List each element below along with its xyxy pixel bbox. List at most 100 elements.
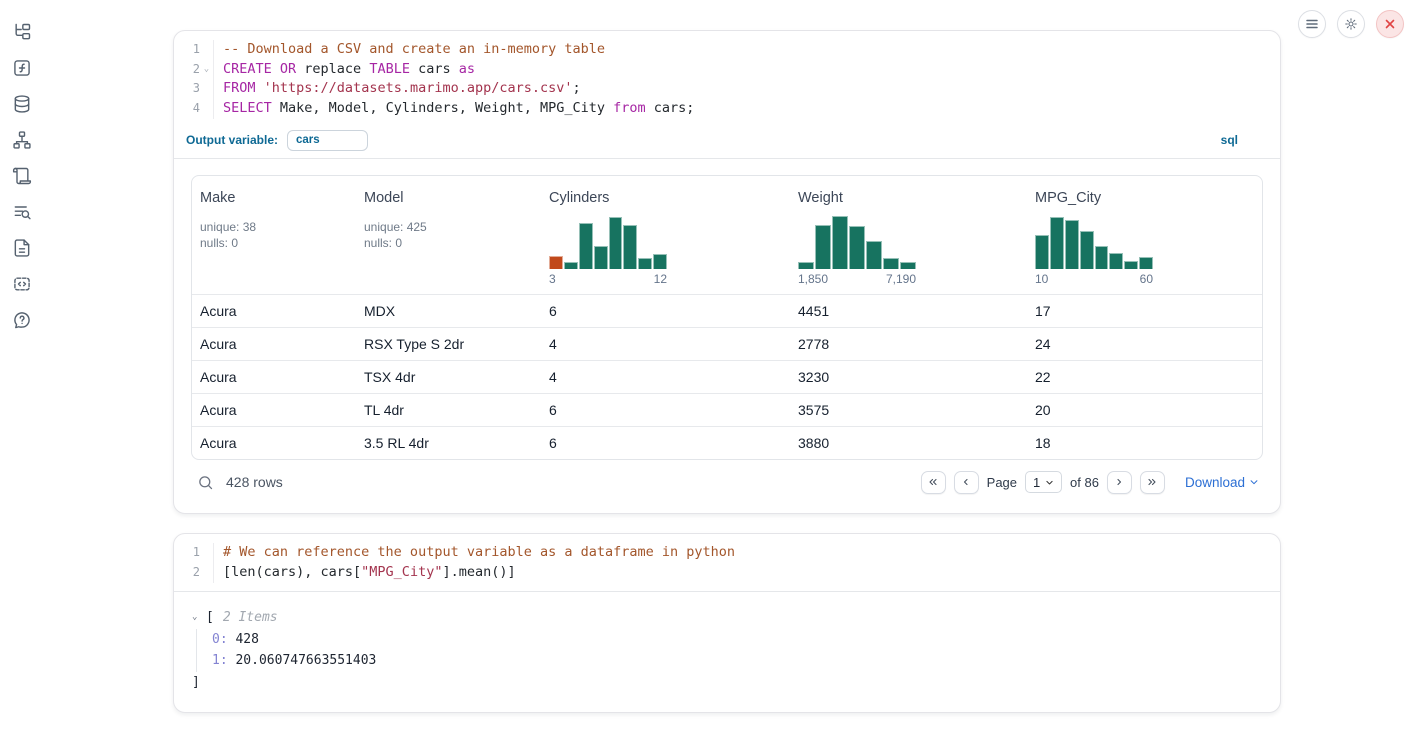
pagination: Page 1 of 86 Download	[921, 471, 1259, 494]
code-line[interactable]: 4SELECT Make, Model, Cylinders, Weight, …	[174, 99, 1280, 119]
column-header-weight[interactable]: Weight 1,8507,190	[790, 176, 1027, 295]
dependency-graph-icon[interactable]	[11, 129, 33, 151]
list-items: 0: 4281: 20.060747663551403	[196, 629, 1262, 673]
column-header-model[interactable]: Model unique: 425 nulls: 0	[356, 176, 541, 295]
table-cell: Acura	[192, 294, 356, 327]
file-explorer-icon[interactable]	[11, 21, 33, 43]
download-button[interactable]: Download	[1185, 475, 1259, 490]
sql-cell-output: Make unique: 38 nulls: 0 Model unique: 4…	[174, 159, 1280, 514]
table-cell: 2778	[790, 327, 1027, 360]
search-logs-icon[interactable]	[11, 201, 33, 223]
table-row[interactable]: Acura3.5 RL 4dr6388018	[192, 426, 1262, 459]
table-row[interactable]: AcuraTL 4dr6357520	[192, 393, 1262, 426]
python-code-editor[interactable]: 1# We can reference the output variable …	[174, 534, 1280, 590]
histogram-bar[interactable]	[883, 258, 899, 269]
close-icon	[1383, 17, 1397, 31]
histogram-bar[interactable]	[1080, 231, 1094, 269]
first-page-button[interactable]	[921, 471, 946, 494]
histogram-bar[interactable]	[1035, 235, 1049, 269]
help-icon[interactable]	[11, 309, 33, 331]
histogram-bar[interactable]	[1109, 253, 1123, 269]
column-label: Make	[200, 190, 348, 206]
histogram-axis: 1,8507,190	[798, 272, 916, 286]
histogram-bar[interactable]	[1124, 261, 1138, 269]
code-line[interactable]: 1# We can reference the output variable …	[174, 543, 1280, 563]
histogram-bar[interactable]	[832, 216, 848, 269]
histogram-bar[interactable]	[638, 258, 652, 269]
last-page-button[interactable]	[1140, 471, 1165, 494]
chevron-down-icon	[1045, 478, 1054, 487]
shutdown-button[interactable]	[1376, 10, 1404, 38]
column-header-cylinders[interactable]: Cylinders 312	[541, 176, 790, 295]
chevron-down-icon	[1249, 477, 1259, 487]
histogram-bar[interactable]	[1139, 257, 1153, 269]
histogram-bar[interactable]	[1095, 246, 1109, 268]
histogram-bar[interactable]	[623, 225, 637, 269]
histogram-axis: 1060	[1035, 272, 1153, 286]
histogram-bar[interactable]	[564, 262, 578, 269]
chevrons-left-icon	[927, 476, 939, 488]
python-cell-output: ⌄ [ 2 Items 0: 4281: 20.060747663551403 …	[174, 591, 1280, 712]
line-number: 1	[174, 40, 214, 60]
table-cell: 22	[1027, 360, 1262, 393]
histogram-bar[interactable]	[653, 254, 667, 269]
row-count: 428 rows	[226, 474, 283, 490]
output-variable-row: Output variable: sql	[174, 127, 1280, 159]
collapse-chevron-icon[interactable]: ⌄	[192, 607, 204, 629]
table-cell: Acura	[192, 393, 356, 426]
documentation-icon[interactable]	[11, 237, 33, 259]
sql-cell: 1-- Download a CSV and create an in-memo…	[173, 30, 1281, 514]
histogram-bar[interactable]	[1050, 217, 1064, 269]
histogram-bar[interactable]	[900, 262, 916, 269]
table-cell: 4451	[790, 294, 1027, 327]
code-text: SELECT Make, Model, Cylinders, Weight, M…	[214, 99, 694, 119]
table-cell: Acura	[192, 360, 356, 393]
table-cell: 17	[1027, 294, 1262, 327]
table-cell: 6	[541, 393, 790, 426]
column-header-make[interactable]: Make unique: 38 nulls: 0	[192, 176, 356, 295]
table-cell: Acura	[192, 327, 356, 360]
next-page-button[interactable]	[1107, 471, 1132, 494]
table-cell: TSX 4dr	[356, 360, 541, 393]
histogram-bar[interactable]	[849, 226, 865, 269]
histogram-bar[interactable]	[549, 256, 563, 269]
page-select[interactable]: 1	[1025, 471, 1062, 493]
sql-code-editor[interactable]: 1-- Download a CSV and create an in-memo…	[174, 31, 1280, 127]
list-item: 1: 20.060747663551403	[212, 650, 1262, 672]
page-select-value: 1	[1033, 475, 1040, 490]
histogram-bar[interactable]	[609, 217, 623, 269]
table-cell: 3230	[790, 360, 1027, 393]
table-row[interactable]: AcuraMDX6445117	[192, 294, 1262, 327]
prev-page-button[interactable]	[954, 471, 979, 494]
table-cell: MDX	[356, 294, 541, 327]
logs-icon[interactable]	[11, 165, 33, 187]
code-line[interactable]: 3FROM 'https://datasets.marimo.app/cars.…	[174, 79, 1280, 99]
histogram-bar[interactable]	[1065, 220, 1079, 269]
code-line[interactable]: 1-- Download a CSV and create an in-memo…	[174, 40, 1280, 60]
data-sources-icon[interactable]	[11, 93, 33, 115]
histogram-bars	[1035, 213, 1153, 269]
histogram-bar[interactable]	[798, 262, 814, 269]
fold-chevron-icon[interactable]: ⌄	[200, 60, 213, 80]
menu-button[interactable]	[1298, 10, 1326, 38]
code-line[interactable]: 2[len(cars), cars["MPG_City"].mean()]	[174, 563, 1280, 583]
histogram-bar[interactable]	[866, 241, 882, 269]
table-row[interactable]: AcuraTSX 4dr4323022	[192, 360, 1262, 393]
code-line[interactable]: 2⌄CREATE OR replace TABLE cars as	[174, 60, 1280, 80]
items-count-label: 2 Items	[223, 607, 278, 629]
functions-icon[interactable]	[11, 57, 33, 79]
hamburger-icon	[1305, 17, 1319, 31]
output-variable-input[interactable]	[287, 130, 368, 151]
sidebar	[0, 0, 44, 331]
table-cell: 6	[541, 426, 790, 459]
search-icon[interactable]	[197, 474, 214, 491]
histogram-bar[interactable]	[815, 225, 831, 269]
histogram-bar[interactable]	[594, 246, 608, 268]
column-header-mpg-city[interactable]: MPG_City 1060	[1027, 176, 1262, 295]
code-text: FROM 'https://datasets.marimo.app/cars.c…	[214, 79, 581, 99]
table-row[interactable]: AcuraRSX Type S 2dr4277824	[192, 327, 1262, 360]
histogram-bar[interactable]	[579, 223, 593, 269]
settings-button[interactable]	[1337, 10, 1365, 38]
histogram-axis: 312	[549, 272, 667, 286]
snippets-icon[interactable]	[11, 273, 33, 295]
